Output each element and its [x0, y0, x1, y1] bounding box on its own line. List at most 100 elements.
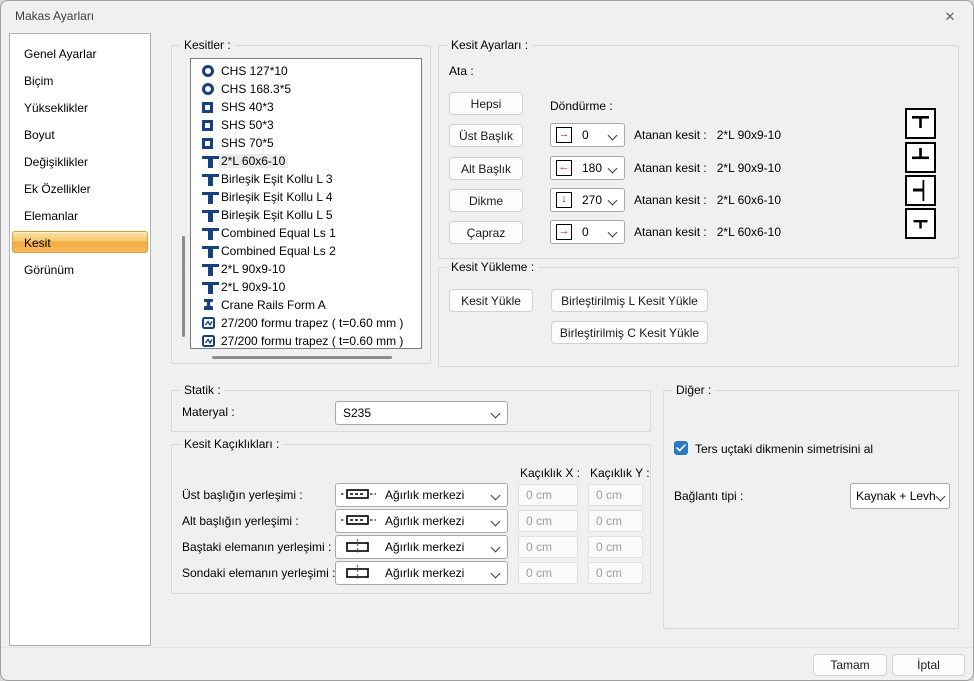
list-item[interactable]: SHS 50*3: [191, 116, 421, 134]
list-item[interactable]: Combined Equal Ls 2: [191, 242, 421, 260]
crane-rail-section-icon: [202, 299, 218, 311]
rotation-select-capraz[interactable]: → 0: [550, 220, 625, 244]
sidebar-item-yukseklikler[interactable]: Yükseklikler: [10, 94, 150, 121]
t-rotation-270-icon: [905, 175, 936, 206]
list-item[interactable]: CHS 127*10: [191, 62, 421, 80]
kesit-yukleme-group-title: Kesit Yükleme :: [447, 260, 538, 274]
statik-group: Statik : Materyal : S235: [171, 390, 651, 432]
atanan-kesit-value: 2*L 60x6-10: [717, 193, 781, 207]
window-title: Makas Ayarları: [15, 9, 94, 23]
kaciklik-x-field[interactable]: 0 cm: [518, 510, 578, 532]
baglanti-tipi-select[interactable]: Kaynak + Levha: [850, 483, 950, 509]
sidebar-item-ek-ozellikler[interactable]: Ek Özellikler: [10, 175, 150, 202]
trapez-section-icon: [202, 335, 218, 347]
hepsi-button[interactable]: Hepsi: [449, 92, 523, 115]
list-item[interactable]: Birleşik Eşit Kollu L 4: [191, 188, 421, 206]
kaciklik-x-field[interactable]: 0 cm: [518, 536, 578, 558]
materyal-value: S235: [343, 406, 371, 420]
sections-list[interactable]: CHS 127*10 CHS 168.3*5 SHS 40*3 SHS 50*3…: [190, 58, 422, 349]
chevron-down-icon: [608, 196, 617, 204]
materyal-label: Materyal :: [182, 400, 235, 424]
atanan-kesit-value: 2*L 60x6-10: [717, 225, 781, 239]
atanan-kesit-value: 2*L 90x9-10: [717, 128, 781, 142]
sidebar-item-boyut[interactable]: Boyut: [10, 121, 150, 148]
list-item[interactable]: 2*L 90x9-10: [191, 260, 421, 278]
kacikliklar-group-title: Kesit Kaçıklıkları :: [180, 437, 283, 451]
kaciklik-y-field[interactable]: 0 cm: [588, 536, 643, 558]
sidebar-item-gorunum[interactable]: Görünüm: [10, 256, 150, 283]
trapez-section-icon: [202, 317, 218, 329]
birlestirilmis-l-kesit-yukle-button[interactable]: Birleştirilmiş L Kesit Yükle: [551, 289, 708, 312]
kaciklik-y-field[interactable]: 0 cm: [588, 510, 643, 532]
vertical-dashed-rect-icon: [341, 539, 377, 556]
list-item[interactable]: Combined Equal Ls 1: [191, 224, 421, 242]
kaciklik-x-header: Kaçıklık X :: [520, 466, 580, 480]
sidebar-item-degisiklikler[interactable]: Değişiklikler: [10, 148, 150, 175]
kaciklik-x-field[interactable]: 0 cm: [518, 484, 578, 506]
list-item[interactable]: SHS 40*3: [191, 98, 421, 116]
kesitler-group-title: Kesitler :: [180, 38, 235, 52]
sidebar-item-kesit-selected[interactable]: Kesit: [10, 229, 150, 256]
alt-baslik-button[interactable]: Alt Başlık: [449, 157, 523, 180]
capraz-button[interactable]: Çapraz: [449, 221, 523, 244]
tamam-button[interactable]: Tamam: [813, 654, 887, 676]
materyal-select[interactable]: S235: [335, 401, 508, 425]
list-item[interactable]: 27/200 formu trapez ( t=0.60 mm ): [191, 332, 421, 349]
diger-group-title: Diğer :: [672, 383, 715, 397]
sidebar-item-genel-ayarlar[interactable]: Genel Ayarlar: [10, 40, 150, 67]
double-angle-section-icon: [202, 264, 218, 274]
assigned-section-row: Atanan kesit : 2*L 60x6-10: [634, 188, 781, 212]
t-rotation-0-small-icon: [905, 208, 936, 239]
kaciklik-x-field[interactable]: 0 cm: [518, 562, 578, 584]
horizontal-dashed-rect-icon: [341, 488, 377, 503]
iptal-button[interactable]: İptal: [892, 654, 965, 676]
list-item[interactable]: SHS 70*5: [191, 134, 421, 152]
rotation-select-alt-baslik[interactable]: ← 180: [550, 156, 625, 180]
list-item-selected[interactable]: 2*L 60x6-10: [191, 152, 421, 170]
bastaki-eleman-yerlesim-select[interactable]: Ağırlık merkezi: [335, 535, 508, 559]
t-rotation-180-icon: [905, 142, 936, 173]
ust-basligin-yerlesimi-label: Üst başlığın yerleşimi :: [182, 483, 303, 507]
simetri-checkbox-checked[interactable]: [674, 441, 688, 455]
ust-baslik-button[interactable]: Üst Başlık: [449, 124, 523, 147]
list-item[interactable]: Birleşik Eşit Kollu L 3: [191, 170, 421, 188]
chs-section-icon: [202, 83, 218, 95]
rotation-select-dikme[interactable]: ↓ 270: [550, 188, 625, 212]
birlestirilmis-c-kesit-yukle-button[interactable]: Birleştirilmiş C Kesit Yükle: [551, 321, 708, 344]
diger-group: Diğer : Ters uçtaki dikmenin simetrisini…: [663, 390, 959, 629]
chevron-down-icon: [936, 492, 945, 500]
sondaki-eleman-yerlesim-select[interactable]: Ağırlık merkezi: [335, 561, 508, 585]
list-item[interactable]: Birleşik Eşit Kollu L 5: [191, 206, 421, 224]
arrow-down-icon: ↓: [556, 192, 572, 208]
list-item[interactable]: 27/200 formu trapez ( t=0.60 mm ): [191, 314, 421, 332]
yerlesim-value: Ağırlık merkezi: [385, 488, 464, 502]
chevron-down-icon: [608, 228, 617, 236]
t-rotation-0-icon: [905, 108, 936, 139]
sidebar-item-bicim[interactable]: Biçim: [10, 67, 150, 94]
footer-divider: [1, 647, 973, 648]
kesit-ayarlari-group-title: Kesit Ayarları :: [447, 38, 532, 52]
vertical-scrollbar-thumb[interactable]: [182, 236, 185, 337]
dondurme-label: Döndürme :: [550, 99, 613, 113]
ata-label: Ata :: [449, 64, 474, 78]
shs-section-icon: [202, 138, 218, 149]
baglanti-tipi-value: Kaynak + Levha: [856, 489, 936, 503]
chevron-down-icon: [608, 131, 617, 139]
atanan-kesit-label: Atanan kesit :: [634, 128, 707, 142]
close-icon[interactable]: ✕: [941, 8, 959, 26]
kesit-yukle-button[interactable]: Kesit Yükle: [449, 289, 533, 312]
list-item[interactable]: Crane Rails Form A: [191, 296, 421, 314]
list-item[interactable]: 2*L 90x9-10: [191, 278, 421, 296]
kesit-yukleme-group: Kesit Yükleme : Kesit Yükle Birleştirilm…: [438, 267, 959, 367]
kaciklik-y-field[interactable]: 0 cm: [588, 484, 643, 506]
horizontal-scrollbar-thumb[interactable]: [212, 356, 392, 359]
list-item[interactable]: CHS 168.3*5: [191, 80, 421, 98]
double-angle-section-icon: [202, 210, 218, 220]
rotation-select-ust-baslik[interactable]: → 0: [550, 123, 625, 147]
alt-baslik-yerlesim-select[interactable]: Ağırlık merkezi: [335, 509, 508, 533]
kaciklik-y-field[interactable]: 0 cm: [588, 562, 643, 584]
ust-baslik-yerlesim-select[interactable]: Ağırlık merkezi: [335, 483, 508, 507]
chevron-down-icon: [491, 569, 500, 577]
sidebar-item-elemanlar[interactable]: Elemanlar: [10, 202, 150, 229]
dikme-button[interactable]: Dikme: [449, 189, 523, 212]
